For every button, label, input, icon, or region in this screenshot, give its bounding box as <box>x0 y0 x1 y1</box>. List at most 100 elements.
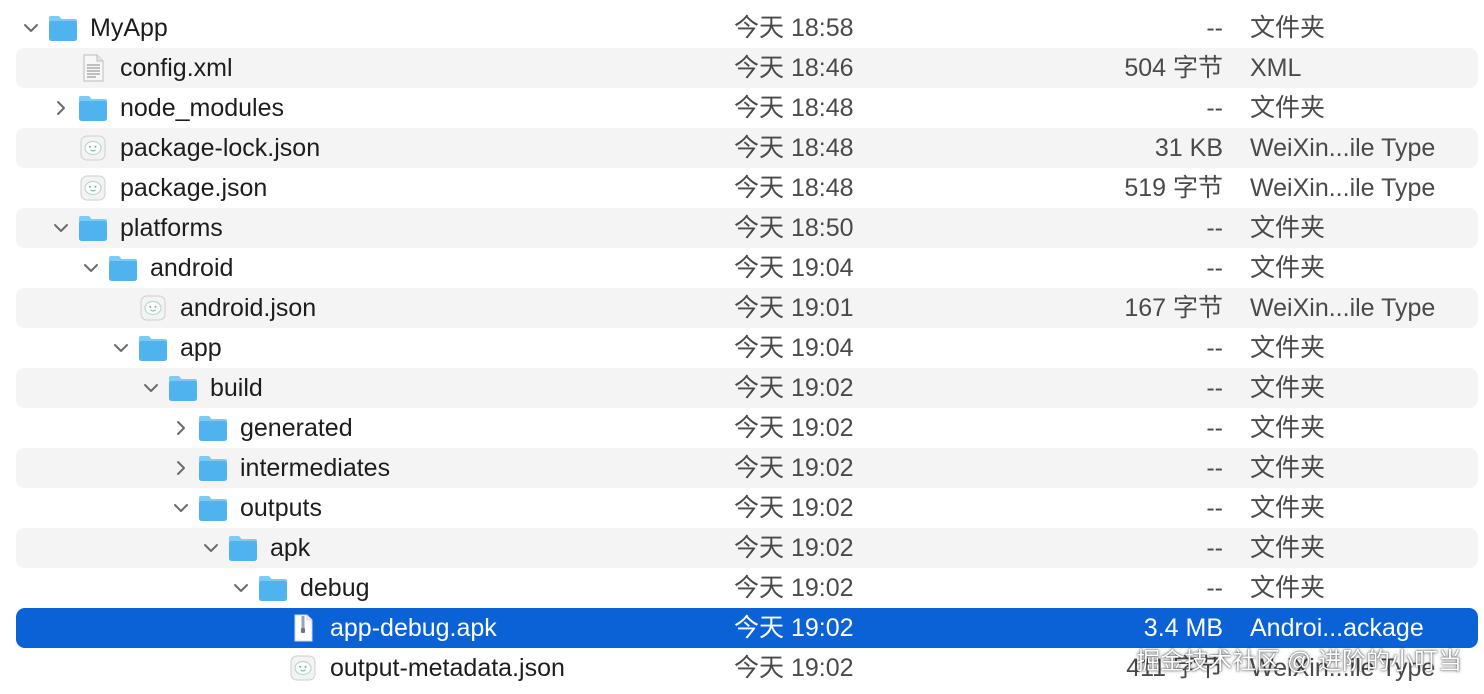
folder-icon <box>228 534 258 562</box>
date-modified: 今天 19:02 <box>734 574 854 602</box>
file-row[interactable]: intermediates 今天 19:02 -- 文件夹 <box>16 448 1478 488</box>
date-modified: 今天 18:58 <box>734 14 854 42</box>
file-kind: 文件夹 <box>1250 214 1326 242</box>
date-modified: 今天 19:04 <box>734 254 854 282</box>
json-file-icon <box>288 654 318 682</box>
date-modified: 今天 19:02 <box>734 374 854 402</box>
file-size: -- <box>1206 14 1223 42</box>
chevron-right-icon[interactable] <box>170 448 192 488</box>
file-name: MyApp <box>90 14 168 42</box>
file-kind: WeiXin...ile Type <box>1250 134 1436 162</box>
apk-file-icon <box>288 614 318 642</box>
file-row[interactable]: outputs 今天 19:02 -- 文件夹 <box>16 488 1478 528</box>
file-row[interactable]: android.json 今天 19:01 167 字节 WeiXin...ile T… <box>16 288 1478 328</box>
file-kind: 文件夹 <box>1250 94 1326 122</box>
file-kind: 文件夹 <box>1250 334 1326 362</box>
file-kind: 文件夹 <box>1250 494 1326 522</box>
file-row[interactable]: package.json 今天 18:48 519 字节 WeiXin...ile T… <box>16 168 1478 208</box>
file-kind: 文件夹 <box>1250 14 1326 42</box>
file-name: intermediates <box>240 454 391 482</box>
file-name: output-metadata.json <box>330 654 565 682</box>
file-row[interactable]: debug 今天 19:02 -- 文件夹 <box>16 568 1478 608</box>
chevron-right-icon[interactable] <box>170 408 192 448</box>
file-size: -- <box>1206 574 1223 602</box>
chevron-down-icon[interactable] <box>50 208 72 248</box>
folder-icon <box>78 214 108 242</box>
file-kind: WeiXin...ile Type <box>1250 294 1436 322</box>
file-size: -- <box>1206 534 1223 562</box>
chevron-down-icon[interactable] <box>80 248 102 288</box>
file-size: 167 字节 <box>1124 294 1223 322</box>
file-row[interactable]: app 今天 19:04 -- 文件夹 <box>16 328 1478 368</box>
date-modified: 今天 18:48 <box>734 94 854 122</box>
file-kind: 文件夹 <box>1250 574 1326 602</box>
file-name: config.xml <box>120 54 233 82</box>
date-modified: 今天 18:46 <box>734 54 854 82</box>
file-row[interactable]: platforms 今天 18:50 -- 文件夹 <box>16 208 1478 248</box>
folder-icon <box>108 254 138 282</box>
date-modified: 今天 19:02 <box>734 614 854 642</box>
date-modified: 今天 19:02 <box>734 414 854 442</box>
file-row[interactable]: apk 今天 19:02 -- 文件夹 <box>16 528 1478 568</box>
file-row[interactable]: MyApp 今天 18:58 -- 文件夹 <box>16 8 1478 48</box>
file-size: -- <box>1206 214 1223 242</box>
file-size: 504 字节 <box>1124 54 1223 82</box>
file-row[interactable]: package-lock.json 今天 18:48 31 KB WeiXin...i… <box>16 128 1478 168</box>
folder-icon <box>198 454 228 482</box>
chevron-down-icon[interactable] <box>230 568 252 608</box>
file-row[interactable]: build 今天 19:02 -- 文件夹 <box>16 368 1478 408</box>
folder-icon <box>198 494 228 522</box>
file-name: app <box>180 334 222 362</box>
date-modified: 今天 19:02 <box>734 494 854 522</box>
file-name: debug <box>300 574 370 602</box>
file-size: 31 KB <box>1154 134 1223 162</box>
chevron-down-icon[interactable] <box>170 488 192 528</box>
file-row[interactable]: generated 今天 19:02 -- 文件夹 <box>16 408 1478 448</box>
file-row[interactable]: android 今天 19:04 -- 文件夹 <box>16 248 1478 288</box>
file-name: node_modules <box>120 94 285 122</box>
chevron-down-icon[interactable] <box>140 368 162 408</box>
date-modified: 今天 19:02 <box>734 534 854 562</box>
chevron-down-icon[interactable] <box>110 328 132 368</box>
folder-icon <box>78 94 108 122</box>
chevron-right-icon[interactable] <box>50 88 72 128</box>
folder-icon <box>258 574 288 602</box>
file-name: build <box>210 374 263 402</box>
chevron-down-icon[interactable] <box>200 528 222 568</box>
file-size: -- <box>1206 414 1223 442</box>
file-row[interactable]: config.xml 今天 18:46 504 字节 XML <box>16 48 1478 88</box>
chevron-down-icon[interactable] <box>20 8 42 48</box>
file-size: -- <box>1206 374 1223 402</box>
file-name: platforms <box>120 214 223 242</box>
file-kind: 文件夹 <box>1250 374 1326 402</box>
date-modified: 今天 18:48 <box>734 134 854 162</box>
file-row[interactable]: node_modules 今天 18:48 -- 文件夹 <box>16 88 1478 128</box>
json-file-icon <box>78 134 108 162</box>
date-modified: 今天 19:02 <box>734 454 854 482</box>
folder-icon <box>198 414 228 442</box>
date-modified: 今天 18:48 <box>734 174 854 202</box>
file-name: android.json <box>180 294 317 322</box>
json-file-icon <box>78 174 108 202</box>
file-kind: 文件夹 <box>1250 534 1326 562</box>
file-name: package-lock.json <box>120 134 321 162</box>
file-name: app-debug.apk <box>330 614 497 642</box>
date-modified: 今天 19:01 <box>734 294 854 322</box>
file-name: generated <box>240 414 353 442</box>
file-kind: 文件夹 <box>1250 414 1326 442</box>
xml-file-icon <box>78 54 108 82</box>
file-size: 519 字节 <box>1124 174 1223 202</box>
file-name: apk <box>270 534 311 562</box>
file-size: -- <box>1206 454 1223 482</box>
file-kind: WeiXin...ile Type <box>1250 174 1436 202</box>
file-kind: 文件夹 <box>1250 454 1326 482</box>
watermark-text: 掘金技术社区 @ 进阶的小叮当 <box>1136 648 1462 675</box>
file-kind: 文件夹 <box>1250 254 1326 282</box>
date-modified: 今天 19:04 <box>734 334 854 362</box>
file-kind: XML <box>1250 54 1302 82</box>
file-size: -- <box>1206 254 1223 282</box>
folder-icon <box>48 14 78 42</box>
date-modified: 今天 19:02 <box>734 654 854 682</box>
folder-icon <box>138 334 168 362</box>
file-size: -- <box>1206 334 1223 362</box>
